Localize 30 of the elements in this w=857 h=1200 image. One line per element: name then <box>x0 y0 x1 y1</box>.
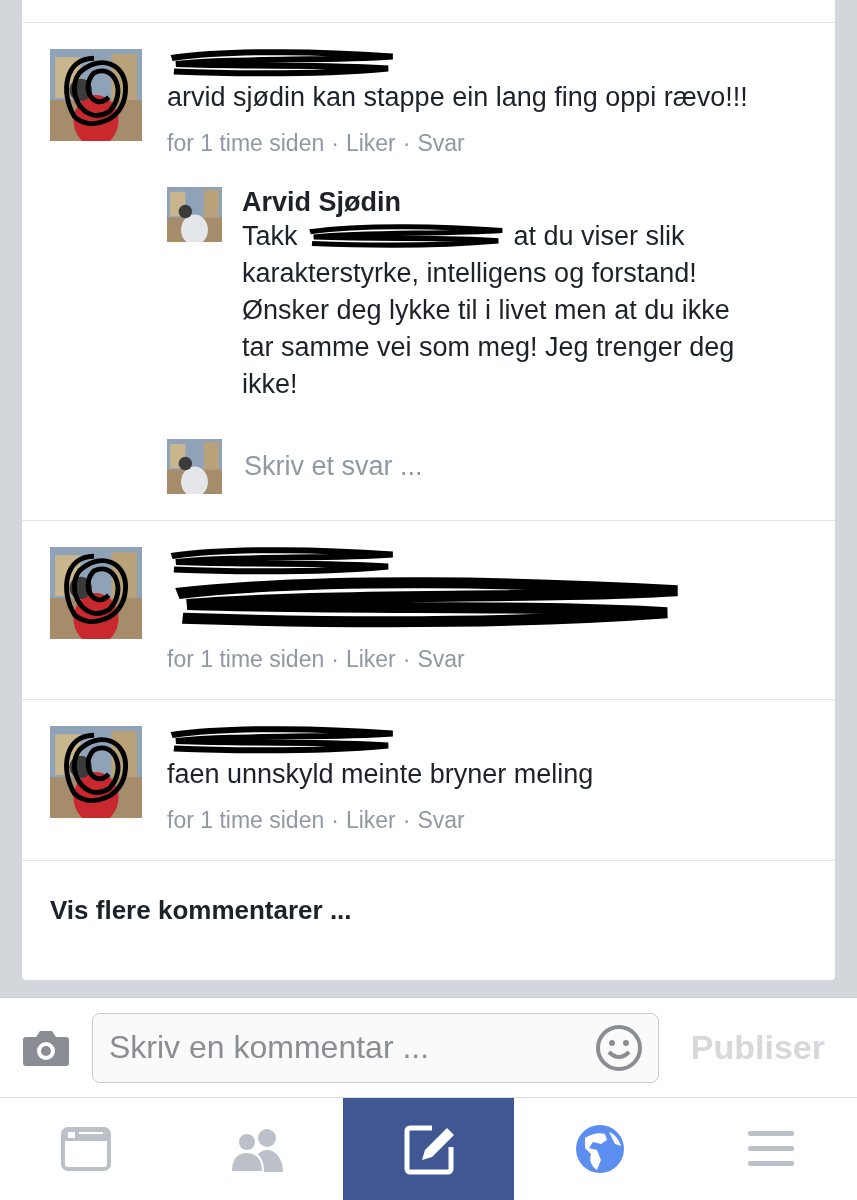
like-link[interactable]: Liker <box>345 807 396 834</box>
separator: · <box>331 646 339 673</box>
reply-link[interactable]: Svar <box>417 130 465 157</box>
separator: · <box>331 807 339 834</box>
compose-tab[interactable] <box>342 1098 515 1200</box>
timestamp: for 1 time siden <box>167 807 325 834</box>
comment-field[interactable]: Skriv en kommentar ... <box>92 1012 659 1083</box>
separator: · <box>402 130 411 157</box>
comment-text: faen unnskyld meinte bryner meling <box>167 758 595 791</box>
like-link[interactable]: Liker <box>345 130 396 157</box>
like-link[interactable]: Liker <box>345 646 396 673</box>
reply-link[interactable]: Svar <box>417 807 465 834</box>
smiley-icon[interactable] <box>594 1023 643 1072</box>
timestamp: for 1 time siden <box>167 130 325 157</box>
separator: · <box>402 646 411 673</box>
menu-icon <box>748 1129 795 1169</box>
news-feed-icon <box>60 1127 111 1171</box>
more-comments-link[interactable]: Vis flere kommentarer ... <box>22 861 380 960</box>
reply-text: karakterstyrke, intelligens og forstand! Ønsker deg lykke til i livet men at du ikke tar samme vei som meg! Jeg trenger deg ikke! <box>242 257 736 401</box>
people-icon <box>229 1126 286 1172</box>
commenter-name[interactable]: Arvid Sjødin <box>242 187 752 218</box>
separator: · <box>402 807 411 834</box>
reply-text: Takk <box>242 220 298 253</box>
reply-link[interactable]: Svar <box>417 646 465 673</box>
comment-text: arvid sjødin kan stappe ein lang fing oppi rævo!!! <box>167 81 749 114</box>
camera-icon[interactable] <box>22 1028 70 1067</box>
reply-text: at du viser slik <box>513 220 685 253</box>
timestamp: for 1 time siden <box>167 646 325 673</box>
separator: · <box>331 130 339 157</box>
globe-icon <box>574 1124 625 1174</box>
